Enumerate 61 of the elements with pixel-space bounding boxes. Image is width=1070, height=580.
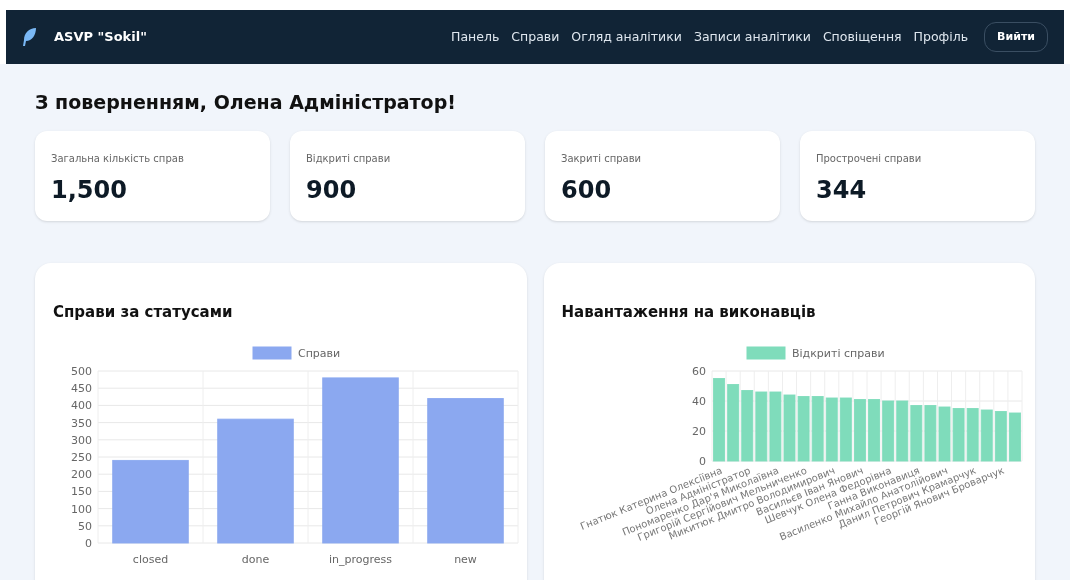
legend-label: Відкриті справи [791,347,885,360]
axis-tick-label: 200 [71,468,92,482]
stat-value: 600 [561,174,613,206]
axis-tick-label: 40 [691,395,706,408]
axis-tick-label: 250 [71,451,92,464]
bar [938,406,950,462]
axis-tick-label: 300 [71,433,92,447]
bar [895,400,908,462]
brand-name: ASVP "Sokil" [54,28,147,47]
bar [1008,412,1021,462]
stat-value: 344 [816,174,868,206]
chart-title: Навантаження на виконавців [561,301,817,323]
axis-tick-label: 500 [71,365,92,378]
bar [839,397,852,462]
axis-category-label: done [241,553,270,566]
bar [994,411,1007,462]
bar [980,409,993,462]
bar [811,396,824,462]
bar [768,391,781,462]
feather-icon [22,27,38,47]
nav-link[interactable]: Панель [451,27,500,47]
bar [754,391,767,462]
axis-tick-label: 100 [71,502,92,516]
chart-title: Справи за статусами [53,301,234,323]
stat-label: Загальна кількість справ [51,151,185,166]
axis-tick-label: 150 [71,485,92,499]
axis-tick-label: 50 [78,519,92,533]
stat-label: Відкриті справи [306,151,392,166]
stat-value: 900 [306,174,358,206]
logout-button[interactable]: Вийти [984,21,1048,53]
axis-tick-label: 60 [691,365,706,378]
stat-label: Закриті справи [561,151,643,166]
axis-category-label: closed [132,553,169,566]
bar [881,400,894,462]
bar [909,405,922,462]
nav-link[interactable]: Записи аналітики [693,27,811,47]
axis-tick-label: 450 [71,382,92,396]
axis-tick-label: 400 [71,399,92,413]
bar [952,408,965,462]
stat-label: Прострочені справи [816,151,923,166]
axis-tick-label: 0 [85,537,92,550]
stat-value: 1,500 [51,174,128,206]
bar [740,390,753,462]
axis-tick-label: 20 [691,425,706,438]
bar [797,396,810,462]
axis-category-label: new [454,553,477,566]
nav-link[interactable]: Сповіщення [822,27,902,47]
axis-tick-label: 350 [71,416,92,430]
legend-label: Справи [298,347,341,360]
axis-category-label: in_progress [329,553,392,566]
nav-link[interactable]: Профіль [913,27,969,47]
nav-link[interactable]: Справи [511,27,560,47]
greeting-heading: З поверненням, Олена Адміністратор! [35,90,457,115]
bar [783,394,795,462]
axis-tick-label: 0 [698,455,706,468]
nav-link[interactable]: Огляд аналітики [571,27,682,47]
bar [923,405,936,462]
bar [867,399,880,462]
bar [825,397,838,462]
bar [853,399,866,462]
bar [966,408,979,462]
